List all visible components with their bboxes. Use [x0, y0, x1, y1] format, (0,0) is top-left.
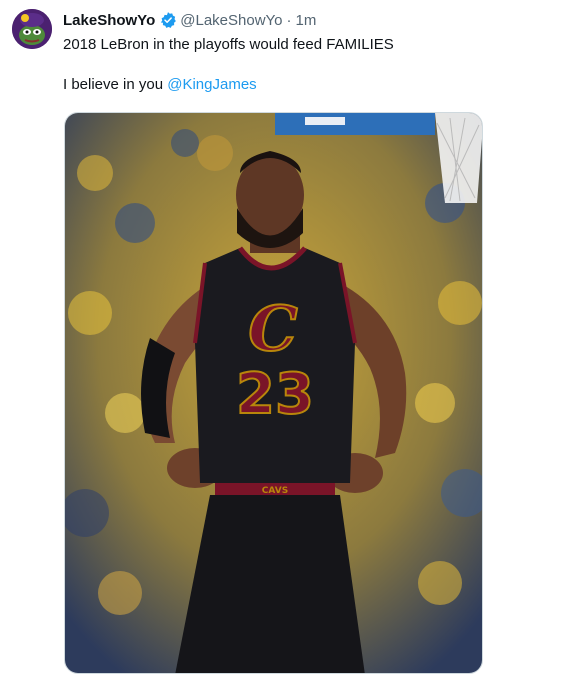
basketball-player-photo: C 23 CAVS [65, 113, 482, 673]
author-display-name[interactable]: LakeShowYo [63, 12, 155, 29]
mention-link[interactable]: @KingJames [167, 76, 256, 93]
tweet-media-photo[interactable]: C 23 CAVS [64, 112, 483, 674]
verified-badge-icon[interactable] [159, 11, 177, 29]
tweet-body: 2018 LeBron in the playoffs would feed F… [63, 35, 563, 95]
tweet-text-line-1: 2018 LeBron in the playoffs would feed F… [63, 36, 394, 53]
pepe-avatar-icon [12, 9, 52, 49]
author-avatar[interactable] [12, 9, 52, 49]
tweet-header: LakeShowYo @LakeShowYo · 1m [63, 10, 316, 30]
waistband-text: CAVS [262, 486, 288, 496]
jersey-number: 23 [236, 362, 314, 427]
author-handle[interactable]: @LakeShowYo [180, 12, 282, 29]
jersey-logo: C [248, 292, 297, 365]
header-separator: · [286, 11, 292, 29]
tweet-timestamp[interactable]: 1m [296, 12, 317, 29]
tweet-text-line-2: I believe in you @KingJames [63, 75, 563, 95]
tweet-text-line-2-prefix: I believe in you [63, 76, 168, 93]
